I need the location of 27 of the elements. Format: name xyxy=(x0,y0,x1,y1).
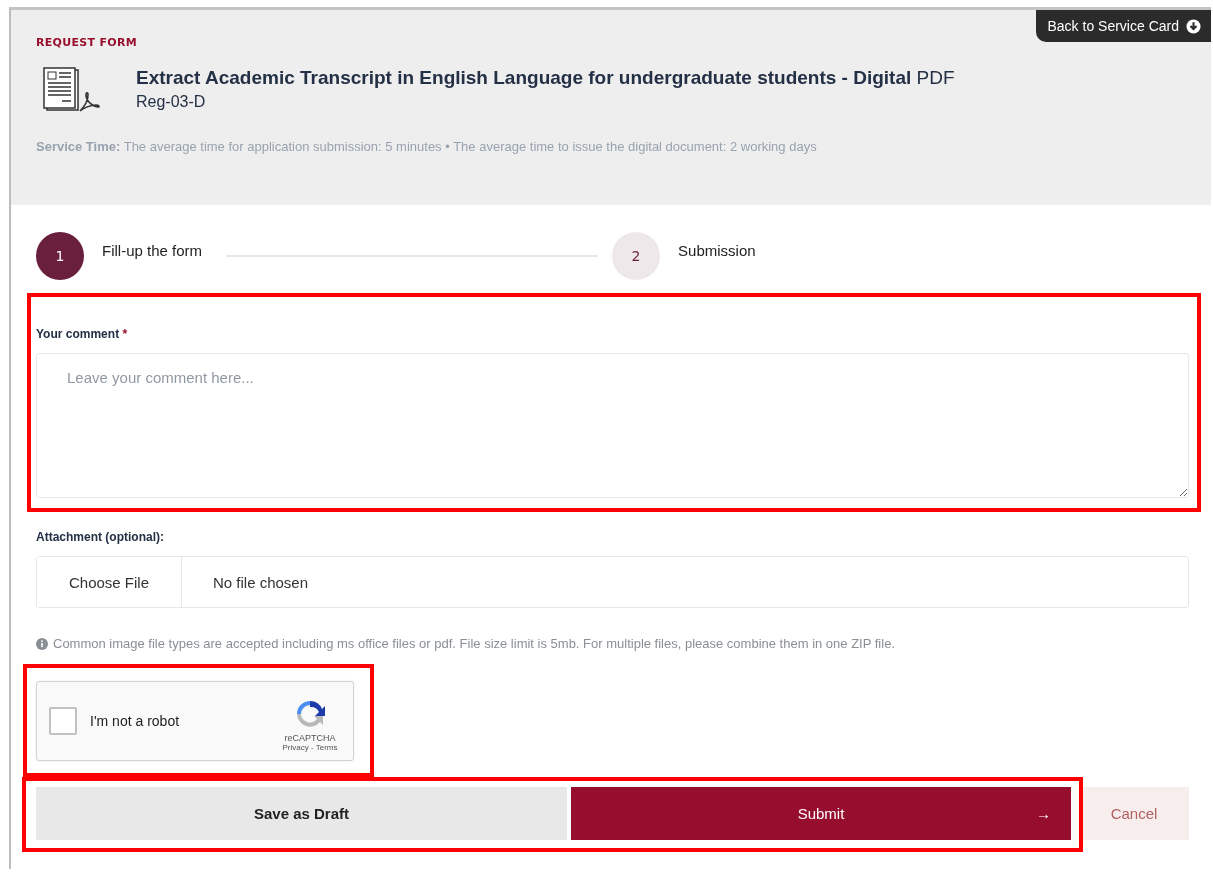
required-mark: * xyxy=(122,327,128,341)
service-time-text: Service Time: The average time for application submission: 5 minutes • The average time to issue the digital document: 2 working days xyxy=(36,139,818,154)
step-number: 2 xyxy=(612,232,661,280)
submit-button[interactable]: Submit → xyxy=(571,787,1071,840)
form-type-label: REQUEST FORM xyxy=(36,36,138,49)
comment-field[interactable]: Leave your comment here... xyxy=(36,353,1189,498)
arrow-icon: → xyxy=(1036,805,1051,822)
captcha-label: I'm not a robot xyxy=(90,713,181,729)
step-number: 1 xyxy=(36,232,84,280)
file-status-text: No file chosen xyxy=(213,573,309,591)
field-label: Your comment xyxy=(36,327,120,341)
privacy-link[interactable]: Privacy xyxy=(282,742,309,752)
field-label: Attachment (optional): xyxy=(36,530,164,544)
info-icon xyxy=(36,637,48,650)
choose-file-button[interactable]: Choose File xyxy=(37,557,182,607)
step-label: Submission xyxy=(678,241,756,259)
separator-text: - xyxy=(310,742,314,752)
service-code: Reg-03-D xyxy=(136,93,207,111)
save-draft-button[interactable]: Save as Draft xyxy=(36,787,567,840)
captcha-brand-text: reCAPTCHA xyxy=(284,732,336,743)
hint-text: Common image file types are accepted including ms office files or pdf. File size limit is 5mb. For multiple files, please combine them in one ZIP file. xyxy=(53,636,895,651)
terms-link[interactable]: Terms xyxy=(315,742,338,752)
captcha-checkbox[interactable] xyxy=(49,707,77,735)
back-to-service-card-button[interactable]: Back to Service Card xyxy=(1035,10,1211,42)
step-label: Fill-up the form xyxy=(102,241,203,259)
down-arrow-icon xyxy=(1186,18,1201,34)
service-title: Extract Academic Transcript in English Language for undergraduate students - Digital PDF xyxy=(136,67,955,89)
